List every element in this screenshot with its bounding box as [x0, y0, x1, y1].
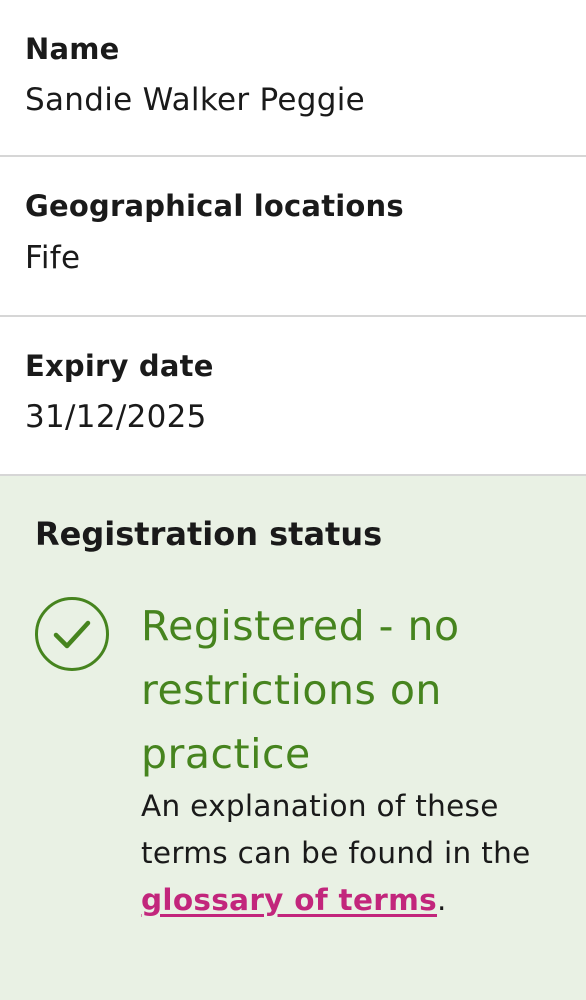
glossary-of-terms-link[interactable]: glossary of terms	[141, 883, 437, 917]
registration-status-value: Registered - no restrictions on practice	[141, 602, 460, 778]
check-circle-icon	[35, 597, 109, 671]
registration-status-heading: Registration status	[35, 515, 383, 553]
name-label: Name	[25, 32, 120, 66]
explanation-text: An explanation of these terms can be fou…	[141, 789, 531, 870]
geographical-locations-row: Geographical locations Fife	[0, 157, 586, 317]
expiry-date-label: Expiry date	[25, 349, 214, 383]
explanation-period: .	[437, 883, 447, 917]
glossary-explanation: An explanation of these terms can be fou…	[141, 783, 561, 924]
geographical-locations-label: Geographical locations	[25, 189, 404, 223]
expiry-date-value: 31/12/2025	[25, 399, 207, 435]
name-row: Name Sandie Walker Peggie	[0, 0, 586, 157]
name-value: Sandie Walker Peggie	[25, 82, 366, 118]
expiry-date-row: Expiry date 31/12/2025	[0, 317, 586, 476]
geographical-locations-value: Fife	[25, 240, 81, 276]
registration-status-panel: Registration status Registered - no rest…	[0, 476, 586, 1000]
